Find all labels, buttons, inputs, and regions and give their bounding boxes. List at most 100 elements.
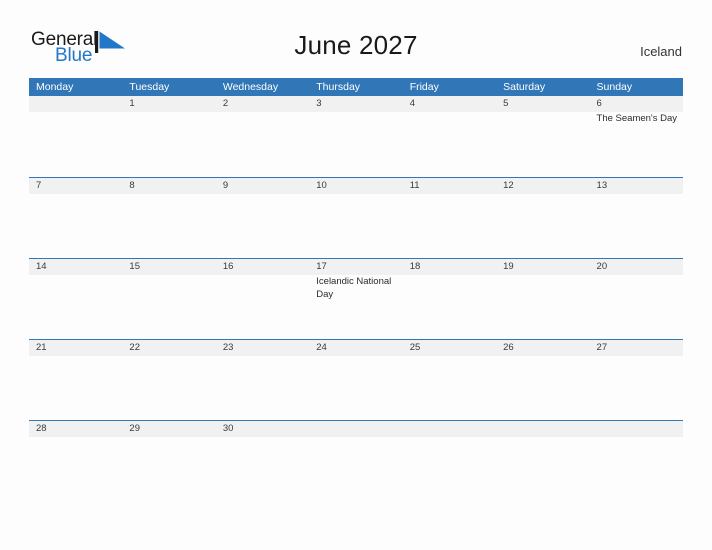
day-number: 10 — [316, 180, 327, 191]
day-number: 4 — [409, 98, 415, 109]
calendar-day-cell[interactable]: 19 — [496, 259, 590, 339]
day-number: 13 — [596, 180, 608, 191]
calendar-day-cell-empty — [309, 421, 403, 501]
day-band — [29, 178, 123, 194]
day-number: 19 — [503, 261, 514, 272]
calendar-day-cell[interactable]: 15 — [122, 259, 216, 339]
day-number: 5 — [503, 98, 509, 109]
day-number: 11 — [409, 180, 420, 191]
day-band — [402, 421, 497, 437]
day-band — [496, 421, 590, 437]
calendar-day-cell[interactable]: 3 — [309, 96, 403, 177]
calendar-day-cell[interactable]: 1 — [122, 96, 216, 177]
calendar-day-cell[interactable]: 4 — [402, 96, 497, 177]
calendar-day-cell-empty — [589, 421, 683, 501]
day-number: 14 — [36, 261, 47, 272]
calendar-day-cell[interactable]: 8 — [122, 178, 216, 258]
day-number: 23 — [222, 342, 234, 353]
calendar-week-row: 7 8 9 10 11 12 13 — [29, 177, 683, 258]
day-number: 30 — [222, 423, 234, 434]
day-number: 7 — [36, 180, 42, 191]
weekday-header-row: Monday Tuesday Wednesday Thursday Friday… — [29, 78, 683, 96]
day-number: 29 — [129, 423, 140, 434]
calendar-day-cell[interactable]: 16 — [215, 259, 310, 339]
calendar-day-cell[interactable]: 18 — [402, 259, 497, 339]
calendar-day-cell-empty — [496, 421, 590, 501]
day-number: 6 — [596, 98, 602, 109]
day-band — [589, 421, 683, 437]
calendar-day-cell-empty — [29, 96, 123, 177]
day-number: 25 — [409, 342, 421, 353]
day-number: 12 — [503, 180, 514, 191]
day-events: Icelandic National Day — [316, 276, 398, 301]
calendar-week-row: 14 15 16 17 Icelandic National Day 18 19 20 — [29, 258, 683, 339]
day-number: 22 — [129, 342, 140, 353]
calendar-day-cell[interactable]: 10 — [309, 178, 403, 258]
page-header: General Blue June 2027 Iceland — [0, 0, 712, 66]
calendar-week-row: 21 22 23 24 25 26 27 — [29, 339, 683, 420]
weekday-header-friday: Friday — [409, 81, 439, 93]
day-band — [215, 178, 310, 194]
calendar-day-cell[interactable]: 5 — [496, 96, 590, 177]
day-band — [402, 96, 497, 112]
day-band — [309, 96, 403, 112]
calendar-page: General Blue June 2027 Iceland Monday Tu… — [0, 0, 712, 550]
day-number: 26 — [503, 342, 514, 353]
day-number: 15 — [129, 261, 140, 272]
calendar-day-cell[interactable]: 21 — [29, 340, 123, 420]
day-band — [215, 96, 310, 112]
day-number: 9 — [222, 180, 229, 191]
calendar-day-cell[interactable]: 7 — [29, 178, 123, 258]
day-band — [122, 178, 216, 194]
calendar-week-row: 1 2 3 4 5 6 The Seamen's Day — [29, 96, 683, 177]
day-number: 24 — [316, 342, 327, 353]
weekday-header-tuesday: Tuesday — [129, 81, 170, 93]
calendar-day-cell[interactable]: 30 — [215, 421, 310, 501]
day-event-label: Icelandic National Day — [316, 276, 392, 300]
calendar-weeks: 1 2 3 4 5 6 The Seamen's Day 7 8 9 10 11 12 13 14 15 16 1… — [29, 96, 683, 501]
calendar-day-cell[interactable]: 6 The Seamen's Day — [589, 96, 683, 177]
calendar-day-cell[interactable]: 28 — [29, 421, 123, 501]
day-number: 2 — [222, 98, 229, 109]
calendar-day-cell[interactable]: 22 — [122, 340, 216, 420]
day-number: 28 — [36, 423, 47, 434]
day-number: 18 — [409, 261, 421, 272]
calendar-day-cell[interactable]: 27 — [589, 340, 683, 420]
weekday-header-sunday: Sunday — [596, 81, 633, 93]
calendar-day-cell-empty — [402, 421, 497, 501]
calendar-day-cell[interactable]: 24 — [309, 340, 403, 420]
weekday-header-thursday: Thursday — [316, 81, 361, 93]
page-title: June 2027 — [294, 30, 418, 60]
day-number: 17 — [316, 261, 327, 272]
calendar-day-cell[interactable]: 13 — [589, 178, 683, 258]
calendar-day-cell[interactable]: 25 — [402, 340, 497, 420]
calendar-day-cell[interactable]: 23 — [215, 340, 310, 420]
day-number: 16 — [222, 261, 234, 272]
calendar-day-cell[interactable]: 26 — [496, 340, 590, 420]
day-band — [589, 96, 683, 112]
day-band — [496, 96, 590, 112]
weekday-header-wednesday: Wednesday — [222, 81, 279, 93]
weekday-header-monday: Monday — [36, 81, 74, 93]
day-band — [122, 96, 216, 112]
calendar-grid: Monday Tuesday Wednesday Thursday Friday… — [29, 78, 683, 501]
calendar-day-cell[interactable]: 29 — [122, 421, 216, 501]
calendar-day-cell[interactable]: 12 — [496, 178, 590, 258]
calendar-day-cell[interactable]: 20 — [589, 259, 683, 339]
calendar-week-row: 28 29 30 — [29, 420, 683, 501]
day-events: The Seamen's Day — [597, 113, 679, 126]
weekday-header-saturday: Saturday — [503, 81, 546, 93]
day-number: 21 — [36, 342, 47, 353]
day-event-label: The Seamen's Day — [596, 113, 678, 124]
day-number: 1 — [129, 98, 135, 109]
day-number: 8 — [129, 180, 135, 191]
calendar-day-cell[interactable]: 9 — [215, 178, 310, 258]
region-label: Iceland — [640, 44, 682, 59]
day-number: 20 — [596, 261, 608, 272]
calendar-day-cell[interactable]: 17 Icelandic National Day — [309, 259, 403, 339]
calendar-day-cell[interactable]: 14 — [29, 259, 123, 339]
calendar-day-cell[interactable]: 11 — [402, 178, 497, 258]
day-number: 27 — [596, 342, 608, 353]
day-band — [29, 96, 123, 112]
calendar-day-cell[interactable]: 2 — [215, 96, 310, 177]
